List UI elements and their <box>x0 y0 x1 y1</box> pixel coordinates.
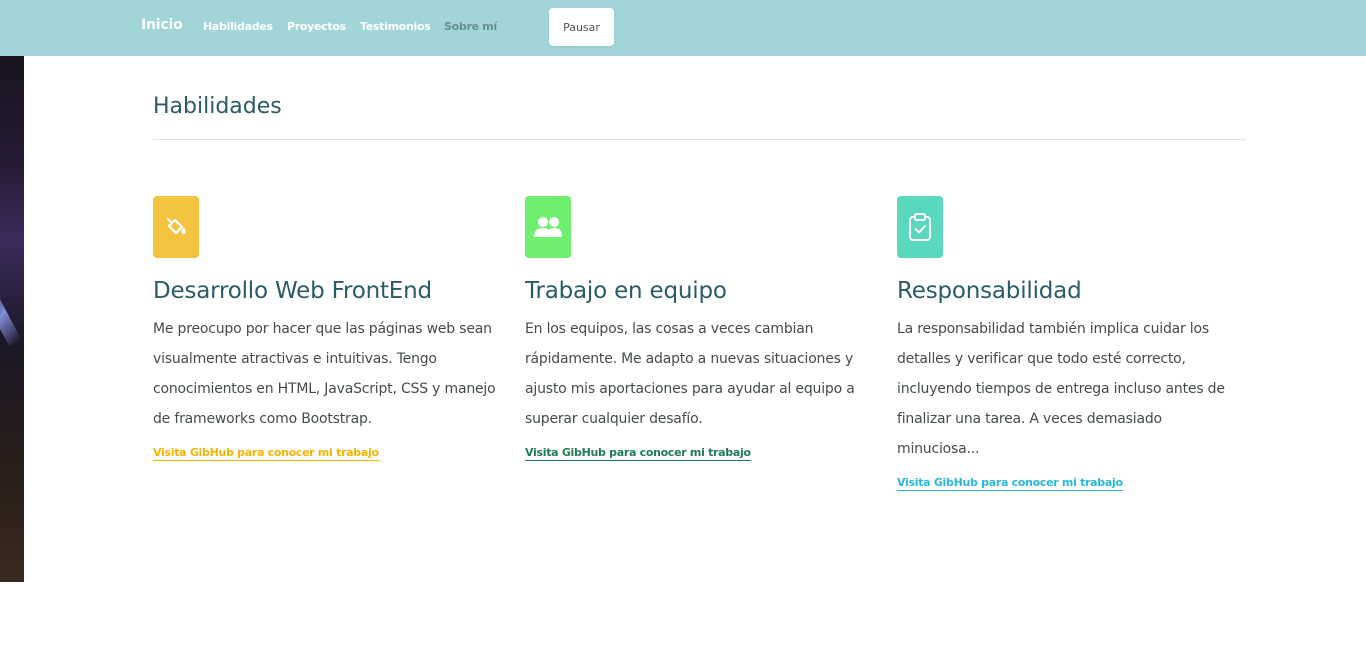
nav-link-habilidades[interactable]: Habilidades <box>203 20 273 33</box>
card-description: Me preocupo por hacer que las páginas we… <box>153 321 496 427</box>
card-title: Trabajo en equipo <box>525 278 727 304</box>
section-title: Habilidades <box>153 94 282 119</box>
users-icon <box>525 196 571 258</box>
card-description: La responsabilidad también implica cuida… <box>897 321 1225 457</box>
paint-bucket-icon <box>153 196 199 258</box>
top-navbar: Inicio Habilidades Proyectos Testimonios… <box>0 0 1366 56</box>
github-link[interactable]: Visita GibHub para conocer mi trabajo <box>153 446 379 461</box>
card-description: En los equipos, las cosas a veces cambia… <box>525 321 855 427</box>
nav-link-testimonios[interactable]: Testimonios <box>360 20 431 33</box>
section-divider <box>153 139 1246 140</box>
github-link[interactable]: Visita GibHub para conocer mi trabajo <box>525 446 751 461</box>
pause-button[interactable]: Pausar <box>549 8 614 46</box>
card-title: Responsabilidad <box>897 278 1082 304</box>
nav-brand-inicio[interactable]: Inicio <box>141 17 183 33</box>
skill-card-teamwork: Trabajo en equipo En los equipos, las co… <box>525 196 870 461</box>
light-streak <box>0 286 22 346</box>
card-title: Desarrollo Web FrontEnd <box>153 278 432 304</box>
side-background-image <box>0 56 24 582</box>
nav-link-sobre-mi[interactable]: Sobre mí <box>444 20 497 33</box>
skill-card-responsibility: Responsabilidad La responsabilidad tambi… <box>897 196 1242 491</box>
nav-link-proyectos[interactable]: Proyectos <box>287 20 346 33</box>
clipboard-check-icon <box>897 196 943 258</box>
github-link[interactable]: Visita GibHub para conocer mi trabajo <box>897 476 1123 491</box>
skill-card-frontend: Desarrollo Web FrontEnd Me preocupo por … <box>153 196 498 461</box>
